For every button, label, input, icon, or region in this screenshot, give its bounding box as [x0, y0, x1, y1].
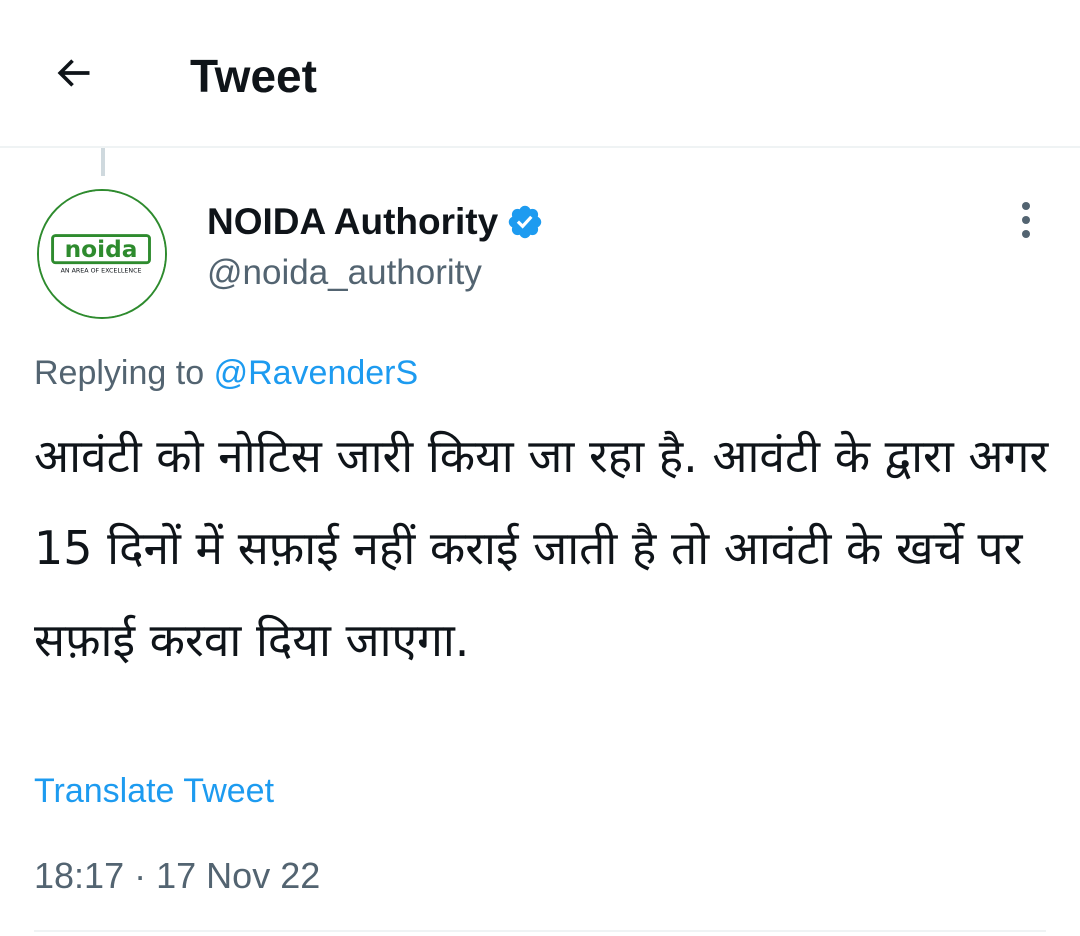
avatar[interactable]: noida AN AREA OF EXCELLENCE — [37, 189, 167, 319]
tweet-text: आवंटी को नोटिस जारी किया जा रहा है. आवंट… — [34, 429, 1063, 667]
reply-to-handle[interactable]: @RavenderS — [214, 354, 419, 392]
translate-tweet-link[interactable]: Translate Tweet — [34, 768, 274, 814]
replying-to-label: Replying to — [34, 354, 205, 392]
author-name-row: NOIDA Authority — [207, 196, 544, 248]
tweet-time: 18:17 — [34, 855, 125, 896]
back-button[interactable] — [40, 42, 106, 108]
divider — [34, 930, 1046, 932]
verified-badge-icon — [506, 203, 544, 241]
tweet-date: 17 Nov 22 — [156, 855, 321, 896]
more-options-button[interactable] — [1002, 196, 1050, 248]
top-bar: Tweet — [0, 0, 1080, 148]
display-name[interactable]: NOIDA Authority — [207, 196, 498, 248]
thread-connector-line — [101, 148, 105, 176]
more-vertical-icon — [1019, 198, 1033, 247]
tweet-timestamp[interactable]: 18:17 · 17 Nov 22 — [34, 852, 320, 900]
arrow-left-icon — [51, 51, 95, 100]
logo-wordmark: noida — [65, 236, 138, 263]
timestamp-separator: · — [134, 855, 147, 896]
replying-to: Replying to @RavenderS — [34, 350, 418, 396]
page-title: Tweet — [190, 50, 317, 102]
logo-tagline: AN AREA OF EXCELLENCE — [61, 267, 142, 274]
user-handle[interactable]: @noida_authority — [207, 250, 482, 296]
noida-logo: noida AN AREA OF EXCELLENCE — [39, 191, 165, 317]
